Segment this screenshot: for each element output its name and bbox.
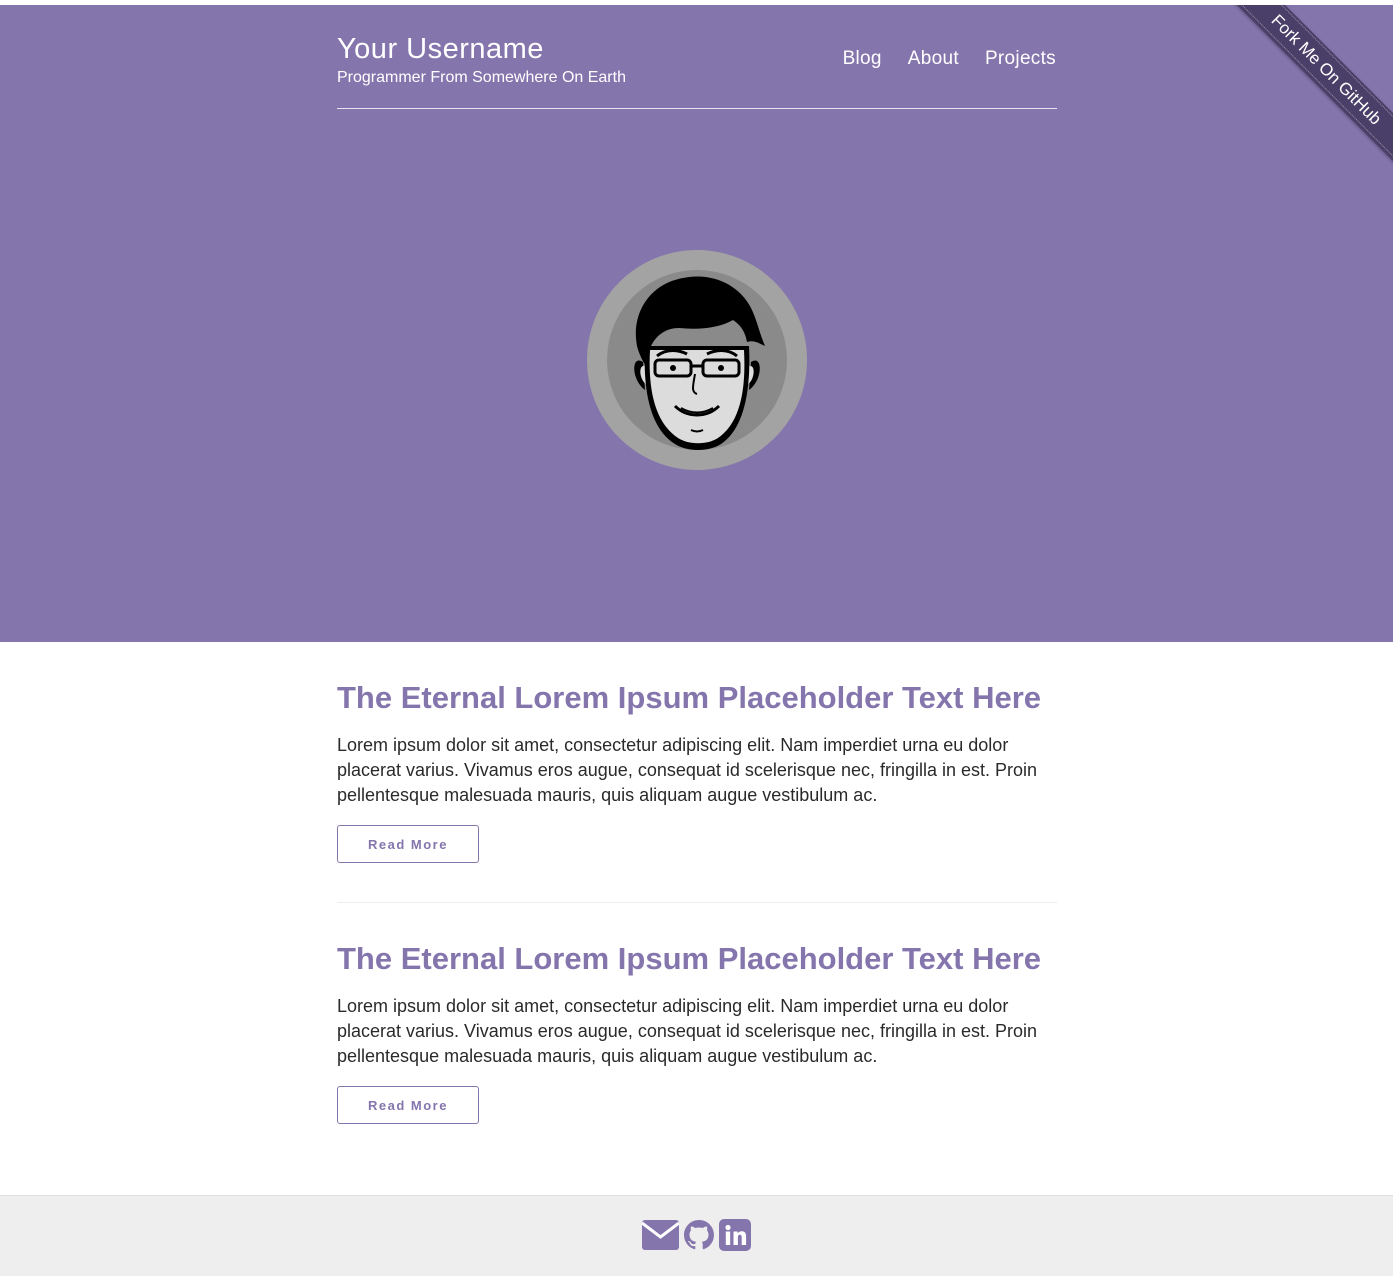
post-excerpt: Lorem ipsum dolor sit amet, consectetur …	[337, 735, 1038, 805]
hero-header: Your Username Programmer From Somewhere …	[0, 5, 1393, 642]
header-divider	[337, 108, 1057, 109]
main-nav: Blog About Projects	[843, 47, 1056, 71]
social-links	[641, 1219, 751, 1251]
post-title[interactable]: The Eternal Lorem Ipsum Placeholder Text…	[337, 680, 1057, 716]
post-preview: The Eternal Lorem Ipsum Placeholder Text…	[337, 680, 1057, 863]
post-title[interactable]: The Eternal Lorem Ipsum Placeholder Text…	[337, 941, 1057, 977]
github-icon[interactable]	[683, 1219, 715, 1251]
linkedin-icon[interactable]	[719, 1219, 751, 1251]
post-preview: The Eternal Lorem Ipsum Placeholder Text…	[337, 941, 1057, 1124]
nav-link-about[interactable]: About	[908, 47, 959, 71]
post-excerpt: Lorem ipsum dolor sit amet, consectetur …	[337, 996, 1038, 1066]
fork-me-ribbon[interactable]: Fork Me On GitHub	[1218, 5, 1393, 178]
read-more-button[interactable]: Read More	[337, 1086, 479, 1124]
nav-link-blog[interactable]: Blog	[843, 47, 882, 71]
footer	[0, 1195, 1393, 1276]
avatar	[587, 250, 807, 470]
email-icon[interactable]	[641, 1220, 680, 1250]
nav-link-projects[interactable]: Projects	[985, 47, 1056, 71]
site-title[interactable]: Your Username	[337, 32, 544, 66]
read-more-button[interactable]: Read More	[337, 825, 479, 863]
post-divider	[337, 902, 1057, 903]
site-tagline: Programmer From Somewhere On Earth	[337, 69, 626, 86]
